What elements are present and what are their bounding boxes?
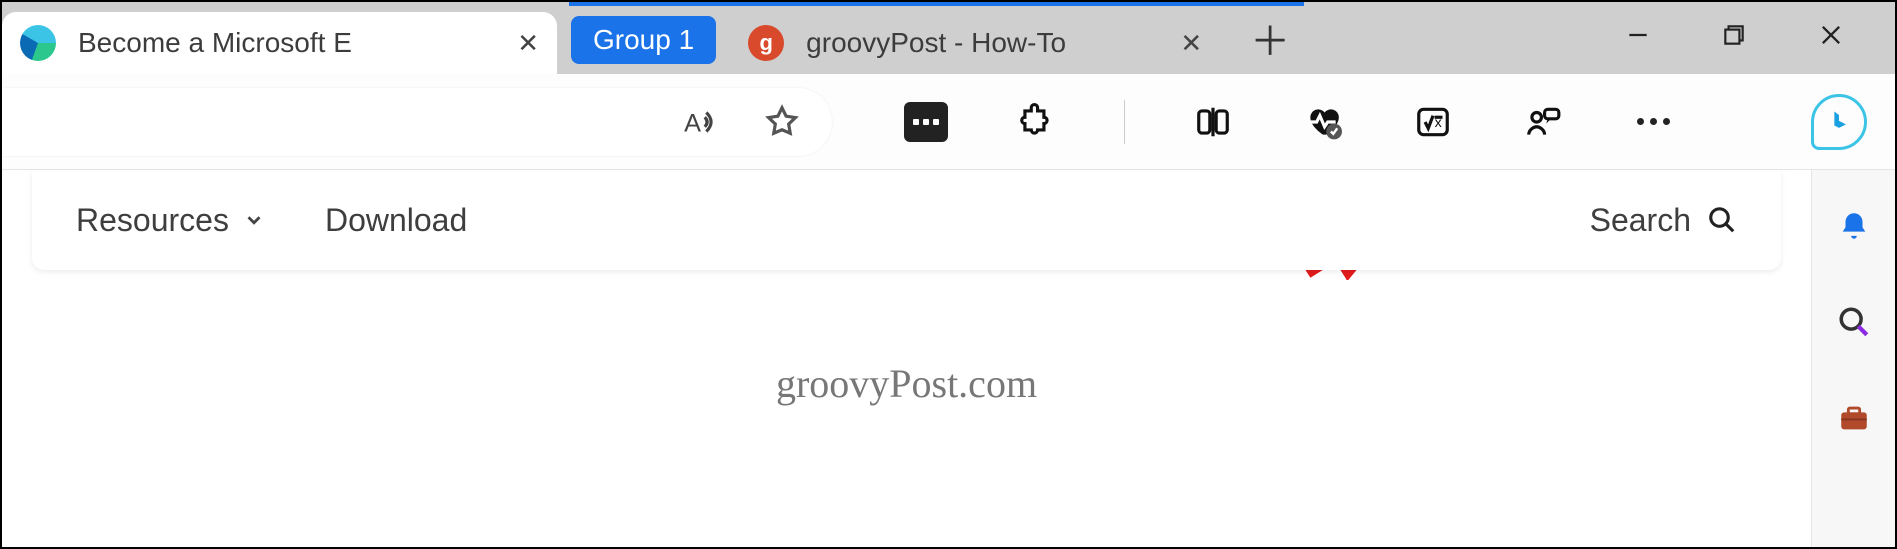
notifications-bell-icon[interactable] bbox=[1834, 206, 1874, 246]
browser-window: Become a Microsoft E ✕ Group 1 g groovyP… bbox=[2, 2, 1895, 547]
feedback-icon[interactable] bbox=[1521, 100, 1565, 144]
favorite-star-icon[interactable] bbox=[760, 100, 804, 144]
tab-group-chip[interactable]: Group 1 bbox=[571, 16, 716, 64]
download-label: Download bbox=[325, 202, 467, 238]
search-icon bbox=[1707, 205, 1737, 235]
tab-second[interactable]: g groovyPost - How-To ✕ bbox=[730, 12, 1220, 74]
tab-active[interactable]: Become a Microsoft E ✕ bbox=[2, 12, 557, 74]
search-button[interactable]: Search bbox=[1590, 202, 1737, 239]
new-tab-button[interactable]: ＋ bbox=[1240, 8, 1300, 68]
bing-chat-icon[interactable] bbox=[1811, 94, 1867, 150]
svg-text:A: A bbox=[684, 109, 701, 137]
toolbar: A x bbox=[2, 74, 1895, 170]
close-window-button[interactable] bbox=[1817, 21, 1845, 56]
password-extension-icon[interactable] bbox=[904, 100, 948, 144]
close-icon[interactable]: ✕ bbox=[517, 28, 539, 59]
toolbar-divider bbox=[1124, 100, 1125, 144]
browser-essentials-icon[interactable] bbox=[1301, 100, 1345, 144]
edge-sidebar bbox=[1811, 170, 1895, 547]
page-nav-bar: Resources Download Search bbox=[32, 170, 1781, 270]
tab-strip: Become a Microsoft E ✕ Group 1 g groovyP… bbox=[2, 2, 1895, 74]
close-icon[interactable]: ✕ bbox=[1180, 28, 1202, 59]
search-label: Search bbox=[1590, 202, 1691, 239]
more-icon[interactable] bbox=[1631, 100, 1675, 144]
tab-group-label: Group 1 bbox=[593, 24, 694, 56]
chevron-down-icon bbox=[243, 209, 265, 231]
tab-title: Become a Microsoft E bbox=[78, 27, 501, 59]
watermark-text: groovyPost.com bbox=[32, 360, 1781, 407]
restore-button[interactable] bbox=[1721, 22, 1747, 55]
read-aloud-icon[interactable]: A bbox=[678, 100, 722, 144]
page-content: Resources Download Search groovyPost.com bbox=[2, 170, 1811, 547]
content-wrap: Resources Download Search groovyPost.com bbox=[2, 170, 1895, 547]
minimize-button[interactable] bbox=[1625, 22, 1651, 55]
split-screen-icon[interactable] bbox=[1191, 100, 1235, 144]
sidebar-search-icon[interactable] bbox=[1834, 302, 1874, 342]
resources-dropdown[interactable]: Resources bbox=[76, 202, 265, 239]
edge-favicon bbox=[20, 25, 56, 61]
toolbar-actions: x bbox=[904, 100, 1675, 144]
resources-label: Resources bbox=[76, 202, 229, 239]
download-link[interactable]: Download bbox=[325, 202, 467, 239]
groovypost-favicon: g bbox=[748, 25, 784, 61]
extensions-icon[interactable] bbox=[1014, 100, 1058, 144]
tab-title: groovyPost - How-To bbox=[806, 27, 1164, 59]
tab-group-indicator bbox=[569, 2, 1304, 6]
math-solver-icon[interactable]: x bbox=[1411, 100, 1455, 144]
tools-briefcase-icon[interactable] bbox=[1834, 398, 1874, 438]
address-bar[interactable]: A bbox=[2, 88, 832, 156]
window-controls bbox=[1625, 2, 1895, 74]
